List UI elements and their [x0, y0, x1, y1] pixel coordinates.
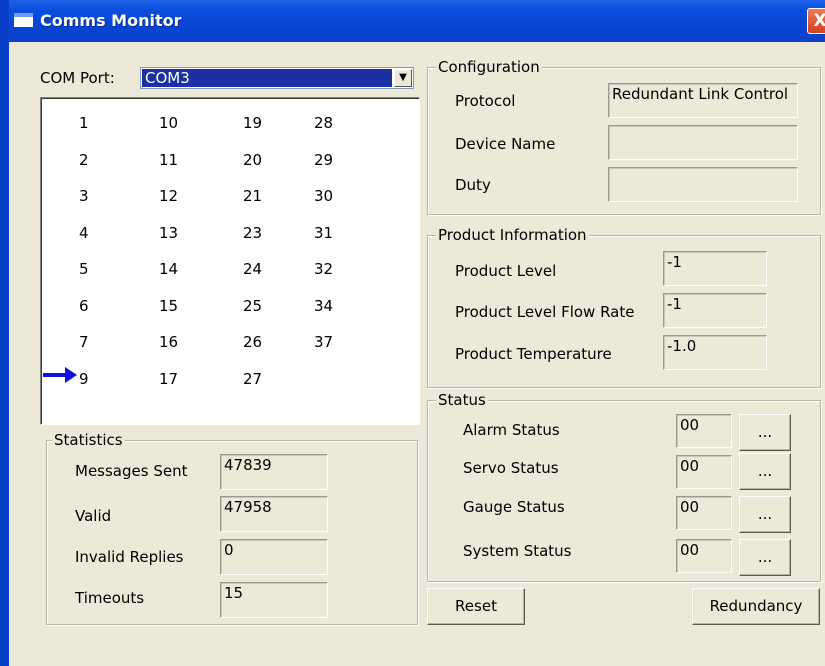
- device-name-label: Device Name: [455, 135, 556, 153]
- valid-field: 47958: [220, 496, 328, 532]
- gauge-status-field: 00: [676, 496, 732, 530]
- port-list[interactable]: 1 2 3 4 5 6 7 9 10 11 12 13 14 15 16 17 19 20 21 23 24 25 26 27…: [40, 97, 420, 425]
- alarm-status-details-button[interactable]: ...: [739, 414, 791, 451]
- alarm-status-field: 00: [676, 414, 732, 448]
- product-flow-rate-label: Product Level Flow Rate: [455, 303, 635, 321]
- port-item[interactable]: 14: [159, 260, 178, 278]
- protocol-field: Redundant Link Control: [608, 83, 798, 118]
- duty-field: [608, 167, 798, 202]
- invalid-replies-field: 0: [220, 539, 328, 575]
- port-item[interactable]: 9: [79, 370, 89, 388]
- reset-button[interactable]: Reset: [427, 588, 525, 625]
- close-button[interactable]: X: [807, 8, 825, 34]
- port-item[interactable]: 26: [243, 333, 262, 351]
- redundancy-button[interactable]: Redundancy: [692, 588, 820, 625]
- com-port-selected-value: COM3: [142, 69, 392, 87]
- port-item[interactable]: 13: [159, 224, 178, 242]
- valid-label: Valid: [75, 507, 112, 525]
- invalid-replies-label: Invalid Replies: [75, 548, 184, 566]
- port-item[interactable]: 21: [243, 187, 262, 205]
- window-title: Comms Monitor: [40, 11, 182, 30]
- servo-status-label: Servo Status: [463, 459, 559, 477]
- product-level-label: Product Level: [455, 262, 557, 280]
- com-port-label: COM Port:: [40, 69, 115, 87]
- configuration-title: Configuration: [436, 58, 542, 76]
- device-name-field: [608, 125, 798, 160]
- port-item[interactable]: 1: [79, 114, 89, 132]
- port-item[interactable]: 10: [159, 114, 178, 132]
- port-item[interactable]: 37: [314, 333, 333, 351]
- messages-sent-field: 47839: [220, 454, 328, 490]
- timeouts-label: Timeouts: [75, 589, 145, 607]
- gauge-status-label: Gauge Status: [463, 498, 565, 516]
- product-level-field: -1: [663, 251, 767, 286]
- system-status-field: 00: [676, 539, 732, 573]
- port-item[interactable]: 17: [159, 370, 178, 388]
- com-port-select[interactable]: COM3 ▼: [140, 67, 414, 89]
- window-icon: [14, 13, 33, 27]
- port-item[interactable]: 24: [243, 260, 262, 278]
- port-item[interactable]: 7: [79, 333, 89, 351]
- port-item[interactable]: 31: [314, 224, 333, 242]
- port-item[interactable]: 27: [243, 370, 262, 388]
- port-item[interactable]: 15: [159, 297, 178, 315]
- port-item[interactable]: 28: [314, 114, 333, 132]
- product-temperature-label: Product Temperature: [455, 345, 612, 363]
- port-item[interactable]: 23: [243, 224, 262, 242]
- port-item[interactable]: 16: [159, 333, 178, 351]
- port-item[interactable]: 30: [314, 187, 333, 205]
- port-item[interactable]: 20: [243, 151, 262, 169]
- port-item[interactable]: 29: [314, 151, 333, 169]
- alarm-status-label: Alarm Status: [463, 421, 560, 439]
- messages-sent-label: Messages Sent: [75, 462, 188, 480]
- gauge-status-details-button[interactable]: ...: [739, 496, 791, 533]
- window-frame: [0, 0, 9, 666]
- status-title: Status: [436, 391, 488, 409]
- product-info-title: Product Information: [436, 226, 589, 244]
- protocol-label: Protocol: [455, 92, 516, 110]
- statistics-title: Statistics: [52, 431, 125, 449]
- port-item[interactable]: 4: [79, 224, 89, 242]
- system-status-details-button[interactable]: ...: [739, 539, 791, 576]
- port-item[interactable]: 25: [243, 297, 262, 315]
- port-item[interactable]: 5: [79, 260, 89, 278]
- port-item[interactable]: 6: [79, 297, 89, 315]
- port-item[interactable]: 32: [314, 260, 333, 278]
- timeouts-field: 15: [220, 582, 328, 618]
- port-item[interactable]: 34: [314, 297, 333, 315]
- servo-status-details-button[interactable]: ...: [739, 453, 791, 490]
- port-item[interactable]: 12: [159, 187, 178, 205]
- servo-status-field: 00: [676, 455, 732, 489]
- port-item[interactable]: 11: [159, 151, 178, 169]
- arrow-right-icon: [43, 367, 77, 383]
- chevron-down-icon[interactable]: ▼: [394, 69, 412, 87]
- port-item[interactable]: 3: [79, 187, 89, 205]
- port-item[interactable]: 2: [79, 151, 89, 169]
- product-flow-rate-field: -1: [663, 293, 767, 328]
- port-item[interactable]: 19: [243, 114, 262, 132]
- product-temperature-field: -1.0: [663, 335, 767, 370]
- duty-label: Duty: [455, 176, 491, 194]
- system-status-label: System Status: [463, 542, 572, 560]
- title-bar: Comms Monitor X: [0, 0, 825, 42]
